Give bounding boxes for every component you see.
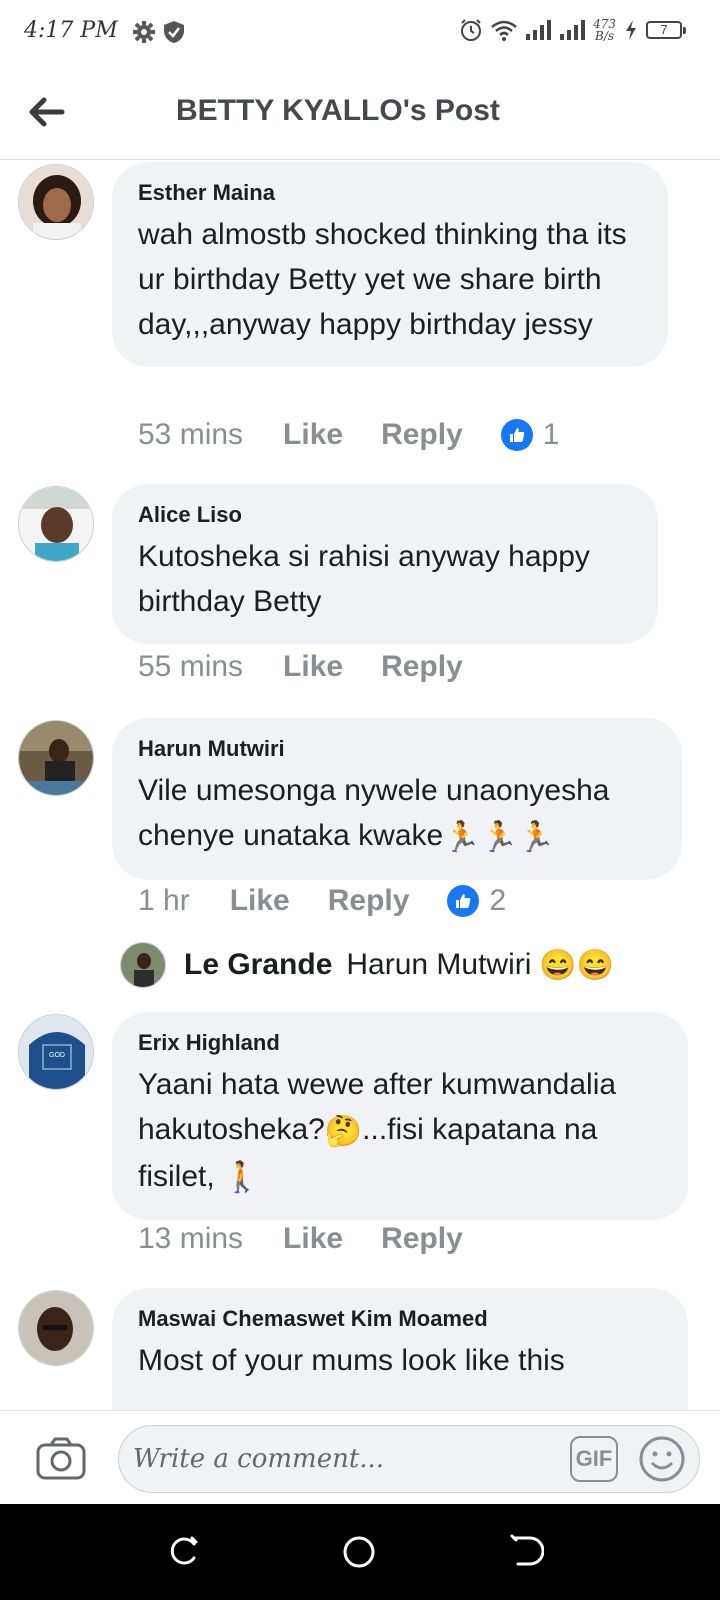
grinning-emoji: 😄😄 xyxy=(539,948,615,982)
shield-icon xyxy=(164,21,184,43)
like-button[interactable]: Like xyxy=(283,418,343,452)
alarm-icon xyxy=(461,19,482,41)
comment-text: Yaani hata wewe after kumwandalia hakuto… xyxy=(138,1062,662,1200)
comment-actions: 1 hr Like Reply 2 xyxy=(138,884,506,918)
system-nav-bar xyxy=(0,1504,720,1600)
comment-author[interactable]: Harun Mutwiri xyxy=(138,736,656,762)
avatar[interactable] xyxy=(18,1290,94,1366)
comment-text: Vile umesonga nywele unaonyesha chenye u… xyxy=(138,768,656,860)
comment-author[interactable]: Erix Highland xyxy=(138,1030,662,1056)
reaction-count-value: 2 xyxy=(489,884,507,917)
comment-actions: 55 mins Like Reply xyxy=(138,650,501,684)
charging-icon xyxy=(626,20,636,40)
walking-emoji: 🚶 xyxy=(223,1161,261,1195)
gear-icon xyxy=(133,21,155,43)
reply-text: Harun Mutwiri xyxy=(346,948,532,981)
wifi-icon xyxy=(491,20,517,41)
like-button[interactable]: Like xyxy=(230,884,290,918)
comment-text: Kutosheka si rahisi anyway happy birthda… xyxy=(138,540,590,618)
thinking-emoji: 🤔 xyxy=(324,1114,363,1148)
comment-time[interactable]: 1 hr xyxy=(138,884,190,918)
thumbs-up-icon xyxy=(447,885,480,917)
reply-button[interactable]: Reply xyxy=(381,1222,463,1256)
recent-apps-icon[interactable] xyxy=(168,1534,202,1568)
thumbs-up-icon xyxy=(500,419,533,451)
reaction-count[interactable]: 1 xyxy=(500,418,560,452)
comment-time[interactable]: 53 mins xyxy=(138,418,243,452)
back-icon[interactable] xyxy=(508,1534,544,1568)
like-button[interactable]: Like xyxy=(283,650,343,684)
comment-author[interactable]: Maswai Chemaswet Kim Moamed xyxy=(138,1306,662,1332)
comment-bubble[interactable]: Esther Maina wah almostb shocked thinkin… xyxy=(112,162,668,367)
comment-list[interactable]: Esther Maina wah almostb shocked thinkin… xyxy=(0,160,720,1410)
reply-button[interactable]: Reply xyxy=(381,418,463,452)
comment-author[interactable]: Esther Maina xyxy=(138,180,642,206)
comment-text: Most of your mums look like this xyxy=(138,1344,565,1377)
comment-bubble[interactable]: Alice Liso Kutosheka si rahisi anyway ha… xyxy=(112,484,658,644)
back-arrow-icon[interactable] xyxy=(26,92,66,132)
header: BETTY KYALLO's Post xyxy=(0,64,720,160)
reply-button[interactable]: Reply xyxy=(381,650,463,684)
reaction-count[interactable]: 2 xyxy=(447,884,506,918)
svg-text:GOD: GOD xyxy=(49,1052,65,1059)
comment-author[interactable]: Alice Liso xyxy=(138,502,632,528)
battery-icon: 7 xyxy=(646,21,686,39)
reply-author[interactable]: Le Grande xyxy=(184,948,332,982)
runner-emoji: 🏃🏃🏃 xyxy=(443,820,556,854)
avatar[interactable]: GOD xyxy=(18,1014,94,1090)
network-speed: 473 B/s xyxy=(593,17,616,43)
avatar[interactable] xyxy=(18,720,94,796)
comment-actions: 53 mins Like Reply 1 xyxy=(138,418,559,452)
gif-button[interactable]: GIF xyxy=(570,1436,618,1482)
comment-composer: Write a comment... GIF xyxy=(0,1410,720,1504)
avatar[interactable] xyxy=(18,486,94,562)
page-title: BETTY KYALLO's Post xyxy=(176,94,500,127)
avatar[interactable] xyxy=(18,164,94,240)
signal-icon xyxy=(560,20,586,40)
like-button[interactable]: Like xyxy=(283,1222,343,1256)
comment-time[interactable]: 55 mins xyxy=(138,650,243,684)
comment-actions: 13 mins Like Reply xyxy=(138,1222,501,1256)
reaction-count-value: 1 xyxy=(542,418,560,451)
comment-text: wah almostb shocked thinking tha its ur … xyxy=(138,218,627,341)
signal-icon xyxy=(526,20,552,40)
status-time: 4:17 PM xyxy=(24,18,118,43)
camera-icon[interactable] xyxy=(36,1437,86,1481)
comment-bubble[interactable]: Maswai Chemaswet Kim Moamed Most of your… xyxy=(112,1288,688,1410)
reply-preview[interactable]: Le Grande Harun Mutwiri 😄😄 xyxy=(120,942,614,988)
avatar[interactable] xyxy=(120,942,166,988)
comment-time[interactable]: 13 mins xyxy=(138,1222,243,1256)
status-bar: 4:17 PM 473 B/s 7 xyxy=(0,0,720,64)
comment-bubble[interactable]: Erix Highland Yaani hata wewe after kumw… xyxy=(112,1012,688,1221)
emoji-icon[interactable] xyxy=(638,1435,686,1483)
comment-bubble[interactable]: Harun Mutwiri Vile umesonga nywele unaon… xyxy=(112,718,682,880)
home-icon[interactable] xyxy=(341,1534,377,1570)
reply-button[interactable]: Reply xyxy=(328,884,410,918)
